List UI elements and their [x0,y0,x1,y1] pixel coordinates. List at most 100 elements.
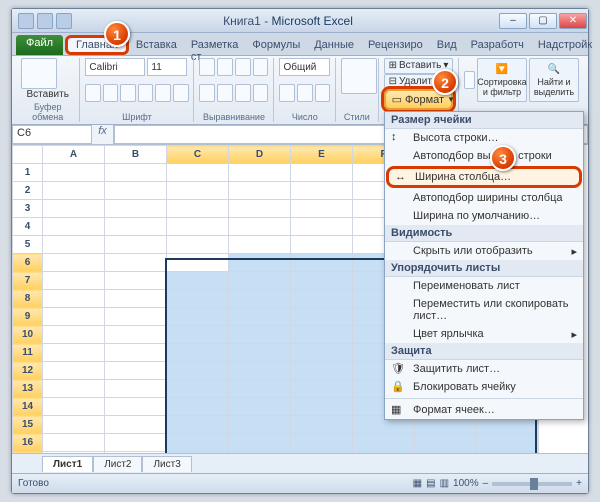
col-header[interactable]: D [229,146,291,164]
cell[interactable] [291,182,353,200]
cell[interactable] [167,380,229,398]
cell[interactable] [291,326,353,344]
tab-addins[interactable]: Надстройк [531,35,599,55]
cell[interactable] [43,434,105,452]
row-header[interactable]: 10 [13,326,43,344]
cell[interactable] [291,344,353,362]
undo-icon[interactable] [37,13,53,29]
cell[interactable] [229,164,291,182]
zoom-level[interactable]: 100% [453,478,479,489]
cell[interactable] [167,416,229,434]
menu-tab-color[interactable]: Цвет ярлычка▸ [385,325,583,343]
cell[interactable] [229,254,291,272]
cell[interactable] [291,236,353,254]
row-header[interactable]: 5 [13,236,43,254]
cell[interactable] [105,398,167,416]
cell[interactable] [167,398,229,416]
cell[interactable] [43,344,105,362]
cell[interactable] [43,236,105,254]
cell[interactable] [229,326,291,344]
cell[interactable] [291,380,353,398]
cell[interactable] [167,164,229,182]
font-name-dropdown[interactable]: Calibri [85,58,145,76]
cell[interactable] [291,218,353,236]
cell[interactable] [167,254,229,272]
zoom-slider[interactable] [492,482,572,486]
row-header[interactable]: 6 [13,254,43,272]
col-header[interactable]: B [105,146,167,164]
maximize-button[interactable]: ▢ [529,13,557,29]
view-normal-icon[interactable]: ▦ [413,478,422,489]
cell[interactable] [291,164,353,182]
cell[interactable] [229,200,291,218]
cell[interactable] [105,308,167,326]
cell[interactable] [43,326,105,344]
cell[interactable] [167,182,229,200]
menu-lock-cell[interactable]: 🔒Блокировать ячейку [385,378,583,396]
name-box[interactable]: C6 [12,125,92,144]
align-right-icon[interactable] [235,84,251,102]
row-header[interactable]: 13 [13,380,43,398]
cell[interactable] [167,236,229,254]
cell[interactable] [43,308,105,326]
cell[interactable] [291,200,353,218]
cell[interactable] [105,254,167,272]
sheet-tab-2[interactable]: Лист2 [93,456,142,472]
cell[interactable] [167,290,229,308]
menu-hide-unhide[interactable]: Скрыть или отобразить▸ [385,242,583,260]
tab-file[interactable]: Файл [16,35,63,55]
cell[interactable] [229,218,291,236]
cell[interactable] [43,254,105,272]
align-top-icon[interactable] [199,58,215,76]
row-header[interactable]: 15 [13,416,43,434]
cell[interactable] [229,272,291,290]
tab-page-layout[interactable]: Разметка ст [184,35,246,55]
menu-column-width[interactable]: ↔Ширина столбца… [386,166,582,188]
cell[interactable] [105,362,167,380]
cell[interactable] [477,434,539,452]
menu-rename-sheet[interactable]: Переименовать лист [385,277,583,295]
percent-icon[interactable] [297,84,313,102]
row-header[interactable]: 8 [13,290,43,308]
cell[interactable] [105,416,167,434]
cell[interactable] [291,434,353,452]
cell[interactable] [43,182,105,200]
italic-icon[interactable] [103,84,119,102]
cell[interactable] [415,434,477,452]
cell[interactable] [291,362,353,380]
row-header[interactable]: 2 [13,182,43,200]
save-icon[interactable] [18,13,34,29]
zoom-in-button[interactable]: + [576,478,582,489]
menu-default-width[interactable]: Ширина по умолчанию… [385,207,583,225]
align-middle-icon[interactable] [217,58,233,76]
font-color-icon[interactable] [173,84,189,102]
border-icon[interactable] [138,84,154,102]
underline-icon[interactable] [120,84,136,102]
row-header[interactable]: 16 [13,434,43,452]
menu-protect-sheet[interactable]: 🛡Защитить лист… [385,360,583,378]
autosum-icon[interactable] [464,71,475,89]
cell[interactable] [167,434,229,452]
cell[interactable] [43,398,105,416]
paste-icon[interactable] [21,58,57,89]
cell[interactable] [43,416,105,434]
menu-format-cells[interactable]: ▦Формат ячеек… [385,401,583,419]
currency-icon[interactable] [279,84,295,102]
cell[interactable] [105,344,167,362]
cell[interactable] [43,290,105,308]
sort-filter-button[interactable]: 🔽 Сортировка и фильтр [477,58,527,102]
cell[interactable] [229,236,291,254]
tab-review[interactable]: Рецензиро [361,35,430,55]
row-header[interactable]: 1 [13,164,43,182]
tab-data[interactable]: Данные [307,35,361,55]
tab-view[interactable]: Вид [430,35,464,55]
cell[interactable] [105,272,167,290]
fill-color-icon[interactable] [155,84,171,102]
row-header[interactable]: 11 [13,344,43,362]
sheet-tab-1[interactable]: Лист1 [42,456,93,472]
cell[interactable] [43,200,105,218]
cell[interactable] [43,272,105,290]
styles-icon[interactable] [341,58,377,94]
bold-icon[interactable] [85,84,101,102]
cell[interactable] [105,290,167,308]
